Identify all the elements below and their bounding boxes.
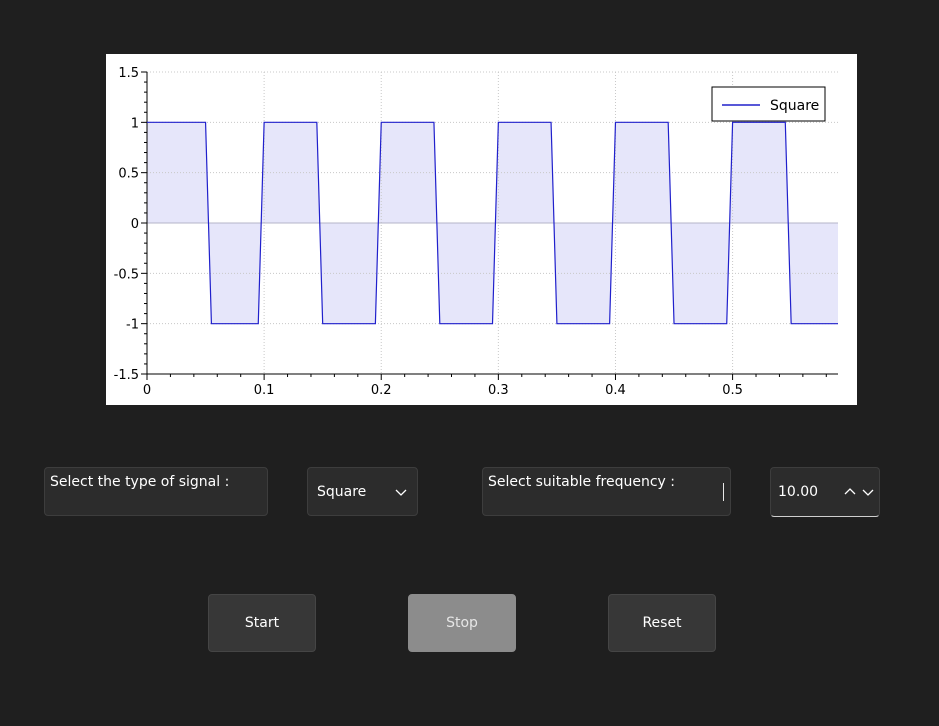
chevron-down-icon[interactable] [861,485,875,499]
reset-button[interactable]: Reset [608,594,716,652]
x-tick-label: 0.3 [488,383,509,398]
y-tick-label: -1.5 [114,368,139,383]
legend-label: Square [770,98,819,114]
x-tick-label: 0.1 [254,383,275,398]
signal-type-value: Square [317,483,367,500]
y-tick-label: 1 [131,116,139,131]
y-tick-label: 0 [131,217,139,232]
frequency-label-text: Select suitable frequency : [488,474,675,490]
stop-button[interactable]: Stop [408,594,516,652]
x-tick-label: 0.2 [371,383,392,398]
square-wave-chart: 1.5 1 0.5 0 -0.5 -1 -1.5 0 0.1 0.2 0.3 0.4 0.5 Square [114,66,838,398]
y-tick-label: -0.5 [114,267,139,282]
start-button[interactable]: Start [208,594,316,652]
frequency-value: 10.00 [778,484,819,500]
signal-type-label: Select the type of signal : [44,467,268,516]
y-tick-label: 0.5 [118,167,139,182]
frequency-spinbox[interactable]: 10.00 [770,467,880,517]
text-cursor [723,483,724,501]
frequency-label[interactable]: Select suitable frequency : [482,467,731,516]
chevron-down-icon [395,489,407,496]
chart-panel: 1.5 1 0.5 0 -0.5 -1 -1.5 0 0.1 0.2 0.3 0.4 0.5 Square [106,54,857,405]
x-tick-label: 0 [143,383,151,398]
x-tick-label: 0.5 [722,383,743,398]
signal-type-label-text: Select the type of signal : [50,474,230,490]
x-tick-label: 0.4 [605,383,626,398]
y-tick-label: 1.5 [118,66,139,81]
y-tick-label: -1 [126,318,139,333]
signal-type-combo[interactable]: Square [307,467,418,516]
chevron-up-icon[interactable] [843,485,857,499]
